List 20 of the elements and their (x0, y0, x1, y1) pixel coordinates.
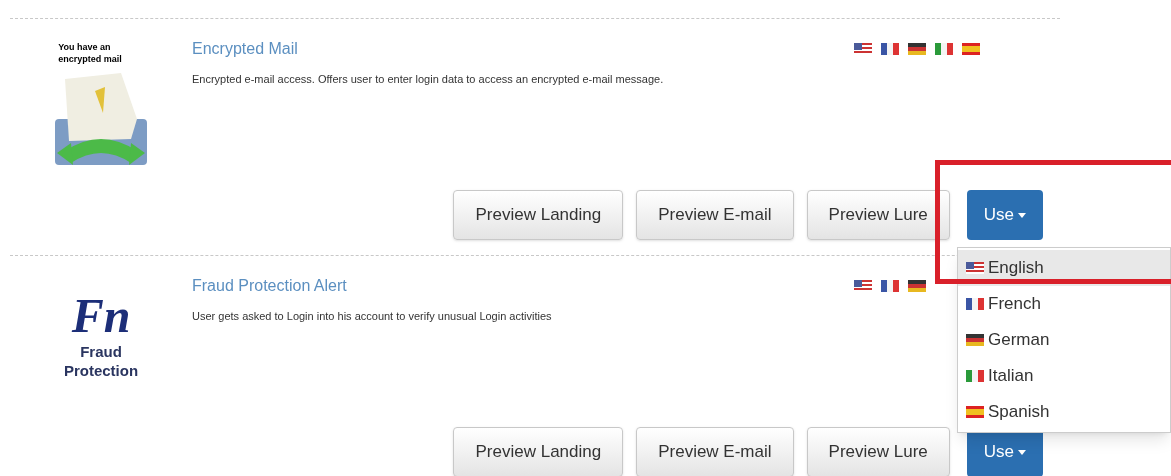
preview-button[interactable]: Preview E-mail (636, 190, 794, 240)
logo-caption: You have an (58, 41, 111, 53)
template-title[interactable]: Encrypted Mail (192, 37, 298, 61)
preview-button[interactable]: Preview Lure (806, 427, 950, 476)
preview-button[interactable]: Preview Landing (453, 427, 624, 476)
template-description: Encrypted e-mail access. Offers user to enter login data to access an encrypted e-mail message. (192, 72, 664, 87)
language-option[interactable]: Italian (958, 358, 1170, 394)
template-description: User gets asked to Login into his account to verify unusual Login activities (192, 309, 552, 324)
preview-button[interactable]: Preview E-mail (636, 427, 794, 476)
preview-button[interactable]: Preview Lure (806, 190, 950, 240)
logo-caption: encrypted mail (58, 53, 122, 65)
preview-button[interactable]: Preview Landing (453, 190, 624, 240)
logo-monogram: Fn (71, 290, 131, 342)
logo-caption: Fraud (80, 342, 122, 361)
logo-caption: Protection (63, 361, 139, 380)
language-option[interactable]: German (958, 322, 1170, 358)
template-title[interactable]: Fraud Protection Alert (192, 274, 347, 298)
language-option[interactable]: Spanish (958, 394, 1170, 430)
use-dropdown-button[interactable]: Use (966, 190, 1043, 240)
language-option[interactable]: French (958, 286, 1170, 322)
